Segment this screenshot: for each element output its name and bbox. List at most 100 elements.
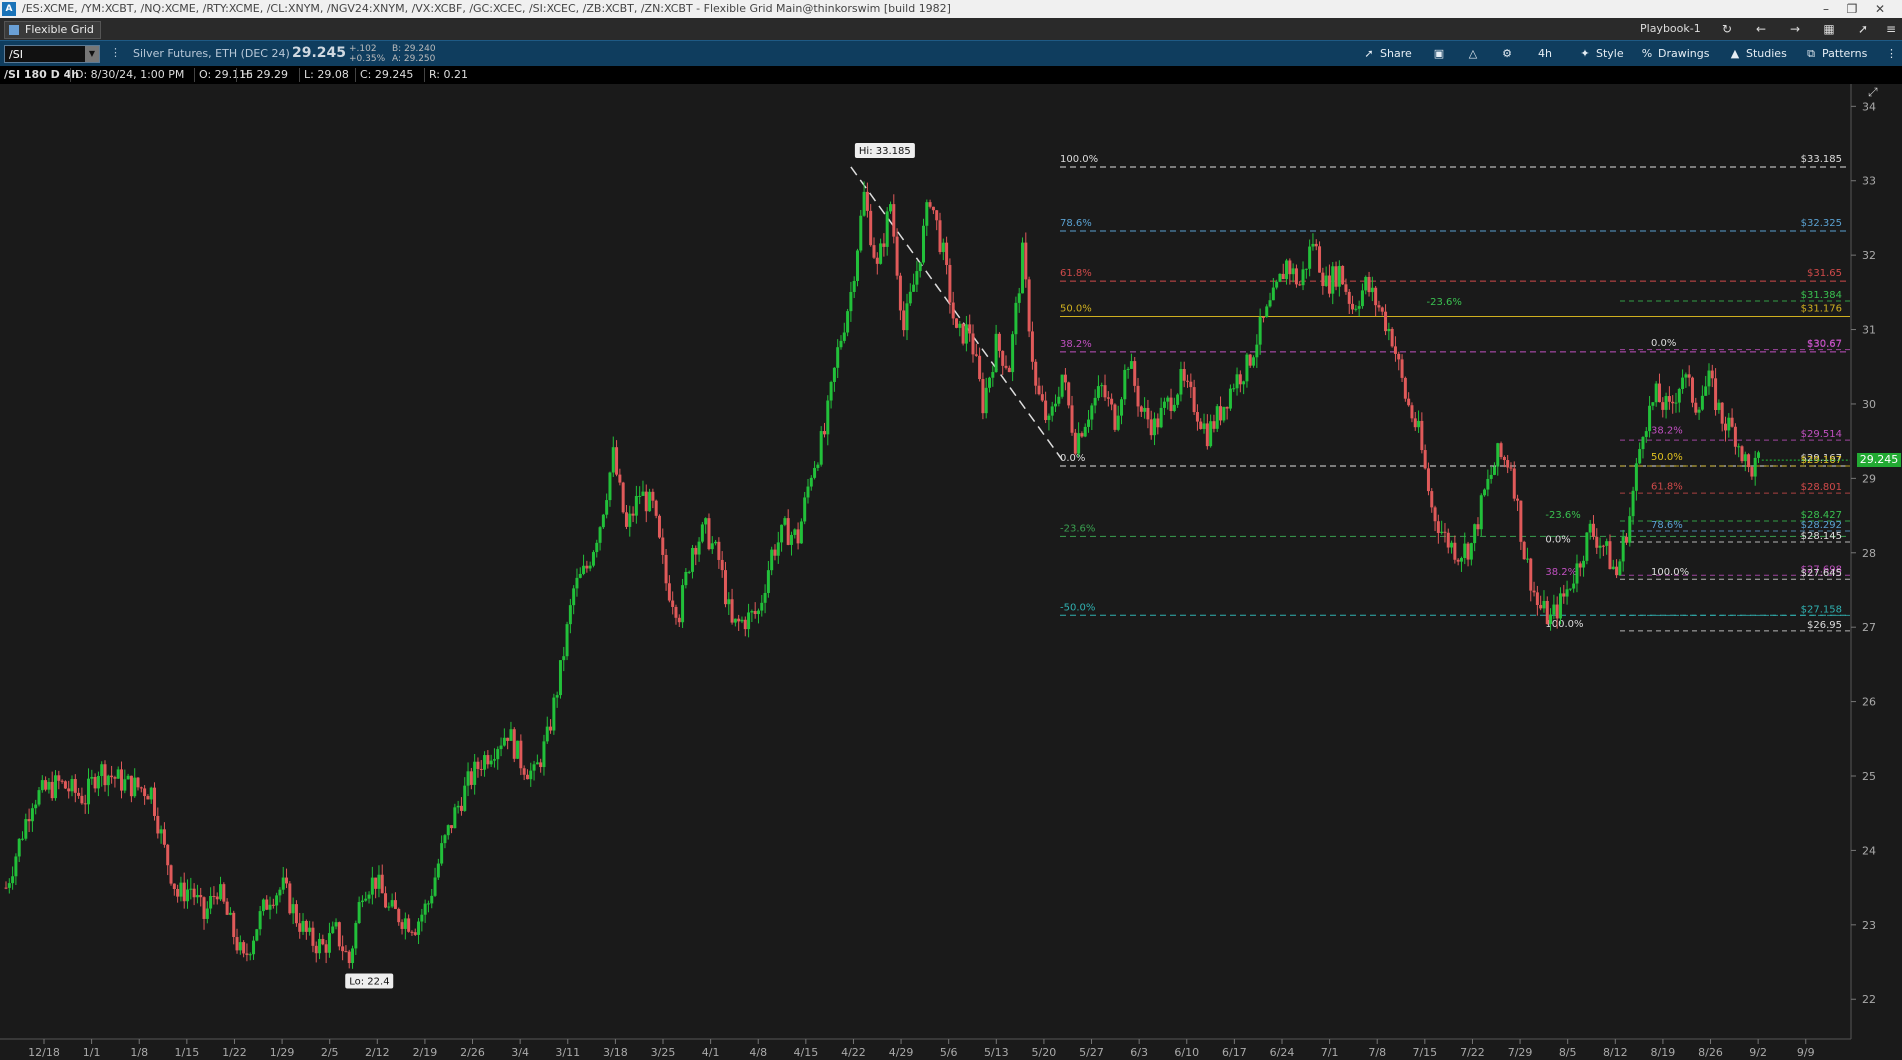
candle-body[interactable] xyxy=(1459,558,1463,562)
candle-body[interactable] xyxy=(1202,423,1206,429)
candle-body[interactable] xyxy=(1146,407,1150,420)
candle-body[interactable] xyxy=(1489,474,1493,479)
restore-icon[interactable]: ❐ xyxy=(1840,1,1864,17)
candle-body[interactable] xyxy=(1426,468,1430,492)
candle-body[interactable] xyxy=(1661,402,1665,410)
candle-body[interactable] xyxy=(1027,279,1031,332)
candle-body[interactable] xyxy=(1700,395,1704,410)
candle-body[interactable] xyxy=(1083,426,1087,437)
candle-body[interactable] xyxy=(1740,446,1744,462)
candle-body[interactable] xyxy=(1519,500,1523,542)
candle-body[interactable] xyxy=(1357,306,1361,309)
candle-body[interactable] xyxy=(1367,276,1371,293)
candle-body[interactable] xyxy=(1103,385,1107,398)
candle-body[interactable] xyxy=(753,611,757,615)
candle-body[interactable] xyxy=(1588,523,1592,533)
candle-body[interactable] xyxy=(341,946,345,952)
candle-body[interactable] xyxy=(1153,418,1157,436)
candle-body[interactable] xyxy=(1060,374,1064,397)
candle-body[interactable] xyxy=(644,491,648,512)
candle-body[interactable] xyxy=(1232,388,1236,390)
candle-body[interactable] xyxy=(839,340,843,348)
candle-body[interactable] xyxy=(661,537,665,555)
candle-body[interactable] xyxy=(958,323,962,328)
candle-body[interactable] xyxy=(1753,457,1757,477)
candle-body[interactable] xyxy=(624,512,628,527)
candle-body[interactable] xyxy=(1093,397,1097,406)
candle-body[interactable] xyxy=(162,829,166,845)
candle-body[interactable] xyxy=(1469,543,1473,560)
candle-body[interactable] xyxy=(93,777,97,789)
candle-body[interactable] xyxy=(1288,260,1292,275)
share-button[interactable]: ➚ Share xyxy=(1362,46,1411,62)
candle-body[interactable] xyxy=(955,318,959,328)
candle-body[interactable] xyxy=(1631,490,1635,517)
candle-body[interactable] xyxy=(440,843,444,864)
candle-body[interactable] xyxy=(727,599,731,605)
candle-body[interactable] xyxy=(199,895,203,898)
candle-body[interactable] xyxy=(654,500,658,516)
more-menu-icon[interactable]: ⋮ xyxy=(1886,46,1897,62)
candle-body[interactable] xyxy=(1743,454,1747,462)
candle-body[interactable] xyxy=(156,815,160,834)
candle-body[interactable] xyxy=(1413,418,1417,428)
candle-body[interactable] xyxy=(192,888,196,898)
candle-body[interactable] xyxy=(1057,396,1061,404)
candle-body[interactable] xyxy=(384,893,388,908)
candle-body[interactable] xyxy=(846,311,850,333)
candle-body[interactable] xyxy=(1492,466,1496,475)
candle-body[interactable] xyxy=(1034,361,1038,386)
candle-body[interactable] xyxy=(410,931,414,933)
candle-body[interactable] xyxy=(895,236,899,276)
candle-body[interactable] xyxy=(1473,524,1477,544)
candle-body[interactable] xyxy=(1509,467,1513,469)
candle-body[interactable] xyxy=(912,284,916,292)
candle-body[interactable] xyxy=(1235,374,1239,389)
candle-body[interactable] xyxy=(694,547,698,555)
candle-body[interactable] xyxy=(773,549,777,556)
candle-body[interactable] xyxy=(687,571,691,573)
candle-body[interactable] xyxy=(1598,545,1602,548)
candle-body[interactable] xyxy=(879,243,883,264)
candle-body[interactable] xyxy=(146,796,150,800)
candle-body[interactable] xyxy=(1657,383,1661,403)
candle-body[interactable] xyxy=(1585,532,1589,561)
candle-body[interactable] xyxy=(519,740,523,769)
candle-body[interactable] xyxy=(994,333,998,373)
candle-body[interactable] xyxy=(776,542,780,556)
candle-body[interactable] xyxy=(869,210,873,246)
candle-body[interactable] xyxy=(364,898,368,901)
candle-body[interactable] xyxy=(1575,563,1579,584)
candle-body[interactable] xyxy=(463,785,467,811)
candle-body[interactable] xyxy=(618,474,622,483)
candle-body[interactable] xyxy=(578,573,582,578)
candle-body[interactable] xyxy=(1172,404,1176,411)
candle-body[interactable] xyxy=(344,951,348,953)
forward-arrow-icon[interactable]: → xyxy=(1784,21,1806,37)
candle-body[interactable] xyxy=(1608,541,1612,570)
candle-body[interactable] xyxy=(1499,443,1503,458)
candle-body[interactable] xyxy=(1245,354,1249,382)
candle-body[interactable] xyxy=(819,431,823,465)
candle-body[interactable] xyxy=(770,549,774,571)
candle-body[interactable] xyxy=(674,606,678,618)
candle-body[interactable] xyxy=(1242,381,1246,385)
candle-body[interactable] xyxy=(1024,242,1028,280)
candle-body[interactable] xyxy=(136,777,140,788)
candle-body[interactable] xyxy=(852,280,856,292)
candle-body[interactable] xyxy=(984,387,988,414)
candle-body[interactable] xyxy=(232,912,236,938)
candle-body[interactable] xyxy=(697,541,701,555)
candle-body[interactable] xyxy=(456,805,460,808)
candle-body[interactable] xyxy=(1410,405,1414,419)
candle-body[interactable] xyxy=(1479,495,1483,530)
candle-body[interactable] xyxy=(826,400,830,435)
candle-body[interactable] xyxy=(806,486,810,498)
candle-body[interactable] xyxy=(1707,370,1711,387)
grid-layout-icon[interactable]: ▦ xyxy=(1818,21,1840,37)
candle-body[interactable] xyxy=(1730,417,1734,427)
snapshot-button[interactable]: ▣ xyxy=(1432,46,1450,62)
candle-body[interactable] xyxy=(582,565,586,574)
candle-body[interactable] xyxy=(1248,354,1252,366)
candle-body[interactable] xyxy=(1621,536,1625,562)
